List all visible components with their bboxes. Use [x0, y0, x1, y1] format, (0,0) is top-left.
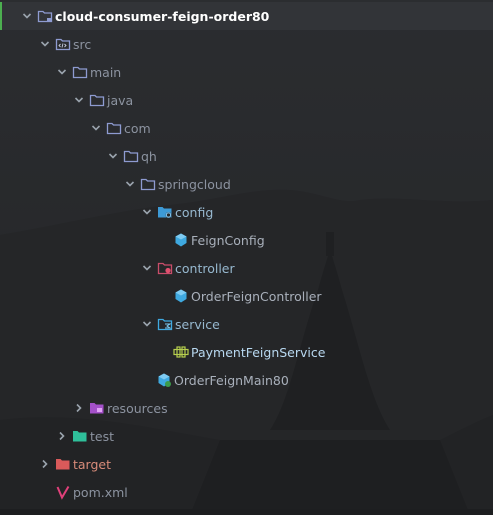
tree-node-springcloud[interactable]: springcloud: [0, 170, 493, 198]
class-icon: [173, 288, 189, 304]
tree-node-label: pom.xml: [73, 484, 128, 500]
horizontal-scrollbar-area: [0, 509, 493, 515]
folder-src-icon: [55, 36, 71, 52]
maven-icon: [55, 484, 71, 500]
tree-node-label: cloud-consumer-feign-order80: [55, 8, 270, 24]
tree-node-root[interactable]: cloud-consumer-feign-order80: [0, 2, 493, 30]
chevron-down-icon[interactable]: [142, 319, 152, 329]
tree-node-test[interactable]: test: [0, 422, 493, 450]
folder-icon: [72, 64, 88, 80]
tree-node-label: springcloud: [158, 176, 231, 192]
tree-node-resources[interactable]: resources: [0, 394, 493, 422]
spring-boot-class-icon: [156, 372, 172, 388]
tree-node-main[interactable]: main: [0, 58, 493, 86]
tree-node-target[interactable]: target: [0, 450, 493, 478]
folder-source-root-icon: [89, 92, 105, 108]
chevron-down-icon[interactable]: [74, 95, 84, 105]
folder-test-icon: [72, 428, 88, 444]
tree-node-src[interactable]: src: [0, 30, 493, 58]
tree-node-label: FeignConfig: [191, 232, 265, 248]
package-icon: [123, 148, 139, 164]
folder-controller-icon: [157, 260, 173, 276]
chevron-right-icon[interactable]: [40, 459, 50, 469]
chevron-down-icon[interactable]: [142, 263, 152, 273]
tree-node-label: target: [73, 456, 112, 472]
tree-node-label: java: [107, 92, 134, 108]
tree-node-label: src: [73, 36, 92, 52]
tree-node-orderfeignmain80[interactable]: OrderFeignMain80: [0, 366, 493, 394]
tree-node-label: service: [175, 316, 220, 332]
chevron-right-icon[interactable]: [57, 431, 67, 441]
tree-node-feignconfig[interactable]: FeignConfig: [0, 226, 493, 254]
chevron-down-icon[interactable]: [142, 207, 152, 217]
tree-node-label: resources: [107, 400, 168, 416]
class-icon: [173, 232, 189, 248]
tree-node-controller[interactable]: controller: [0, 254, 493, 282]
chevron-down-icon[interactable]: [57, 67, 67, 77]
tree-node-com[interactable]: com: [0, 114, 493, 142]
folder-service-icon: [157, 316, 173, 332]
tree-node-java[interactable]: java: [0, 86, 493, 114]
folder-resources-icon: [89, 400, 105, 416]
chevron-down-icon[interactable]: [125, 179, 135, 189]
chevron-down-icon[interactable]: [22, 11, 32, 21]
tree-node-label: com: [124, 120, 151, 136]
folder-module-icon: [37, 8, 53, 24]
folder-target-icon: [55, 456, 71, 472]
tree-node-pom[interactable]: pom.xml: [0, 478, 493, 506]
tree-node-qh[interactable]: qh: [0, 142, 493, 170]
tree-node-config[interactable]: config: [0, 198, 493, 226]
package-icon: [140, 176, 156, 192]
package-icon: [106, 120, 122, 136]
tree-node-paymentfeignservice[interactable]: PaymentFeignService: [0, 338, 493, 366]
interface-icon: [173, 344, 189, 360]
tree-node-label: config: [175, 204, 214, 220]
chevron-down-icon[interactable]: [108, 151, 118, 161]
tree-node-label: PaymentFeignService: [191, 344, 326, 360]
chevron-down-icon[interactable]: [40, 39, 50, 49]
tree-node-label: OrderFeignMain80: [174, 372, 289, 388]
tree-node-label: main: [90, 64, 122, 80]
tree-node-label: controller: [175, 260, 235, 276]
tree-node-service[interactable]: service: [0, 310, 493, 338]
folder-config-icon: [157, 204, 173, 220]
tree-node-orderfeigncontroller[interactable]: OrderFeignController: [0, 282, 493, 310]
tree-node-label: test: [90, 428, 115, 444]
chevron-down-icon[interactable]: [91, 123, 101, 133]
chevron-right-icon[interactable]: [74, 403, 84, 413]
tree-node-label: OrderFeignController: [191, 288, 322, 304]
tree-node-label: qh: [141, 148, 157, 164]
